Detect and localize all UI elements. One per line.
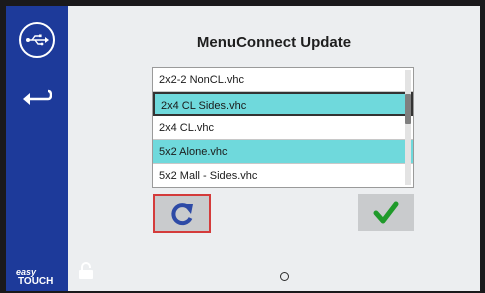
main-panel: MenuConnect Update 2x2-2 NonCL.vhc 2x4 C… — [68, 6, 480, 291]
usb-button[interactable] — [19, 22, 55, 58]
list-scrollbar[interactable] — [405, 70, 411, 185]
checkmark-icon — [373, 201, 399, 223]
list-item[interactable]: 2x4 CL.vhc — [153, 116, 413, 140]
easytouch-logo: easy TOUCH — [16, 267, 54, 287]
page-dot-icon — [280, 272, 289, 281]
refresh-icon — [171, 202, 193, 225]
file-list[interactable]: 2x2-2 NonCL.vhc 2x4 CL Sides.vhc 2x4 CL.… — [152, 67, 414, 188]
list-item[interactable]: 2x2-2 NonCL.vhc — [153, 68, 413, 92]
sidebar: easy TOUCH — [6, 6, 68, 291]
usb-icon — [26, 34, 49, 46]
back-button[interactable] — [20, 86, 54, 108]
list-item[interactable]: 5x2 Alone.vhc — [153, 140, 413, 164]
lock-icon[interactable] — [78, 262, 94, 280]
refresh-button[interactable] — [153, 194, 211, 233]
list-item[interactable]: 5x2 Mall - Sides.vhc — [153, 164, 413, 187]
confirm-button[interactable] — [358, 194, 414, 231]
back-arrow-icon — [23, 89, 52, 105]
scrollbar-thumb[interactable] — [405, 94, 411, 124]
list-item[interactable]: 2x4 CL Sides.vhc — [153, 92, 413, 116]
page-title: MenuConnect Update — [196, 34, 352, 51]
